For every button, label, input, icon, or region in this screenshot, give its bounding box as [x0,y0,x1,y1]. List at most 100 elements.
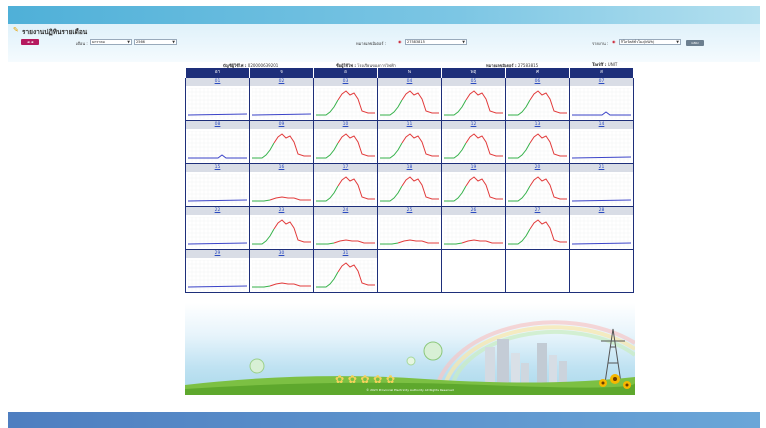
on-peak-line [337,90,375,114]
base-load-line [188,154,247,159]
calendar-day-cell: 19 [442,164,506,207]
load-profile-chart [508,88,567,119]
day-link[interactable]: 03 [314,78,377,86]
day-link[interactable]: 09 [250,121,313,129]
calendar-day-cell: 18 [378,164,442,207]
load-profile-chart [252,131,311,162]
load-profile-chart [316,174,375,205]
top-banner [8,6,760,24]
off-peak-line [252,228,275,245]
day-link[interactable]: 02 [250,78,313,86]
day-link[interactable]: 23 [250,207,313,215]
calendar-day-cell: 15 [186,164,250,207]
day-link[interactable]: 13 [506,121,569,129]
day-link[interactable]: 18 [378,164,441,172]
chevron-down-icon: ▼ [172,40,175,44]
calendar-day-cell: 21 [570,164,634,207]
weekday-header-cell: อา [185,68,249,78]
meter-select[interactable]: 27583815 ▼ [405,39,467,45]
load-profile-chart [316,217,375,248]
day-link[interactable]: 05 [442,78,505,86]
load-profile-chart [380,131,439,162]
load-profile-chart [572,131,631,162]
day-link[interactable]: 17 [314,164,377,172]
load-profile-chart [252,260,311,291]
day-link[interactable]: 25 [378,207,441,215]
load-profile-chart [380,174,439,205]
day-link[interactable]: 26 [442,207,505,215]
tariff-label: Tariff : [592,62,607,67]
day-link[interactable]: 04 [378,78,441,86]
load-profile-chart [188,260,247,291]
day-link[interactable]: 19 [442,164,505,172]
day-link[interactable]: 30 [250,250,313,258]
radio-icon[interactable]: ◉ [612,39,616,44]
day-link[interactable]: 12 [442,121,505,129]
off-peak-line [316,142,339,159]
back-button[interactable]: ◄ ◄ [21,39,39,45]
load-profile-chart [188,88,247,119]
svg-text:✿ ✿ ✿ ✿ ✿: ✿ ✿ ✿ ✿ ✿ [335,373,395,386]
day-link[interactable]: 10 [314,121,377,129]
chevron-down-icon: ▼ [462,40,465,44]
month-select[interactable]: มกราคม ▼ [90,39,132,45]
calendar-day-cell: 09 [250,121,314,164]
calendar-day-cell: 25 [378,207,442,250]
show-button[interactable]: แสดง [686,40,704,46]
day-link[interactable]: 29 [186,250,249,258]
weekday-header-cell: จ [249,68,313,78]
off-peak-line [252,199,271,202]
weekday-header-cell: พฤ [441,68,505,78]
day-link[interactable]: 28 [570,207,633,215]
off-peak-line [380,99,403,116]
calendar-day-cell: 04 [378,78,442,121]
day-link[interactable]: 08 [186,121,249,129]
day-link[interactable]: 24 [314,207,377,215]
load-profile-chart [188,217,247,248]
day-link[interactable]: 21 [570,164,633,172]
off-peak-line [444,185,467,202]
base-load-line [572,111,631,116]
day-link[interactable]: 07 [570,78,633,86]
footer-banner-image: ✿ ✿ ✿ ✿ ✿ [185,303,635,395]
calendar: อาจอพพฤศส 01 02 03 04 05 06 07 08 09 10 11 12 13 14 15… [185,68,635,293]
base-load-line [252,113,311,116]
chevron-down-icon: ▼ [127,40,130,44]
off-peak-line [444,242,463,245]
day-link[interactable]: 15 [186,164,249,172]
meter-label: หมายเลขมิเตอร์ : [356,41,387,46]
off-peak-line [316,99,339,116]
day-link[interactable]: 14 [570,121,633,129]
calendar-day-cell: 24 [314,207,378,250]
off-peak-line [508,228,531,245]
base-load-line [188,199,247,202]
load-profile-chart [316,131,375,162]
on-peak-line [465,176,503,200]
day-link[interactable]: 06 [506,78,569,86]
calendar-day-cell: 12 [442,121,506,164]
day-link[interactable]: 11 [378,121,441,129]
calendar-day-cell: 01 [186,78,250,121]
report-select[interactable]: กิโลวัตต์ชั่วโมง(kWh) ▼ [619,39,681,45]
tariff-value: UNIT [607,62,618,67]
off-peak-line [508,185,531,202]
day-link[interactable]: 01 [186,78,249,86]
weekday-header-cell: ศ [505,68,569,78]
load-profile-chart [252,174,311,205]
copyright-text: © 2023 Provincial Electricity Authority … [366,388,454,392]
page-title: รายงานปฏิทินรายเดือน [22,28,88,36]
load-profile-chart [188,174,247,205]
calendar-day-cell: 22 [186,207,250,250]
day-link[interactable]: 27 [506,207,569,215]
day-link[interactable]: 22 [186,207,249,215]
day-link[interactable]: 16 [250,164,313,172]
day-link[interactable]: 31 [314,250,377,258]
radio-icon[interactable]: ◉ [398,39,402,44]
load-profile-chart [444,131,503,162]
on-peak-line [529,133,567,157]
day-link[interactable]: 20 [506,164,569,172]
load-profile-chart [572,88,631,119]
year-select[interactable]: 2566 ▼ [134,39,177,45]
on-peak-line [273,219,311,243]
load-profile-chart [508,174,567,205]
